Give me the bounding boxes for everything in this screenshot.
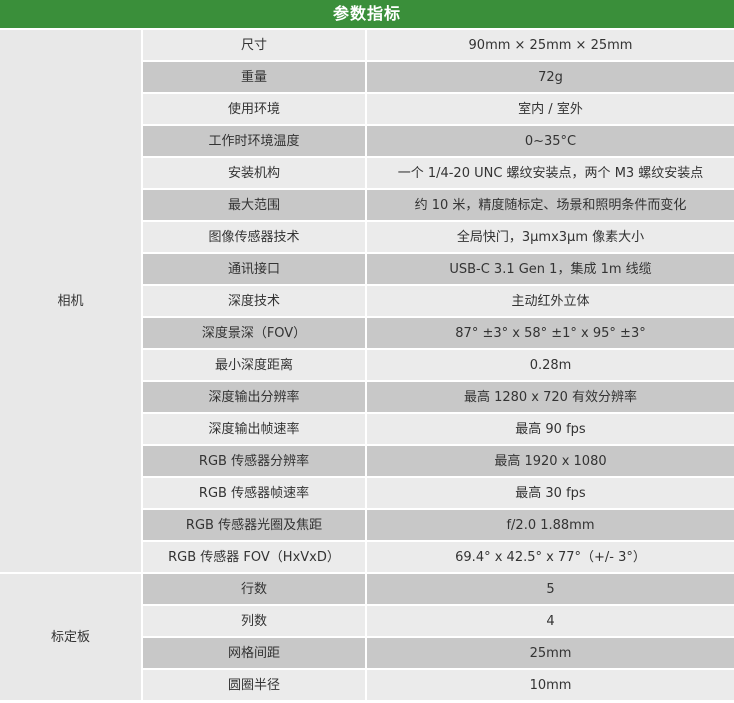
spec-value: 87° ±3° x 58° ±1° x 95° ±3° <box>366 317 734 350</box>
spec-name: 重量 <box>142 61 367 94</box>
table-row: 相机 尺寸 90mm × 25mm × 25mm <box>0 29 734 574</box>
spec-name: 使用环境 <box>142 93 367 126</box>
spec-value: 最高 1920 x 1080 <box>366 445 734 478</box>
table-row: 标定板 行数 5 <box>0 573 734 702</box>
title-row: 参数指标 <box>0 0 734 30</box>
spec-value: 0.28m <box>366 349 734 382</box>
spec-name: 网格间距 <box>142 637 367 670</box>
spec-name: 列数 <box>142 605 367 638</box>
spec-value: 约 10 米，精度随标定、场景和照明条件而变化 <box>366 189 734 222</box>
spec-body: 相机 尺寸 90mm × 25mm × 25mm 重量 72g 使用环境 室内 / 室外 工作… <box>0 29 734 702</box>
spec-value: 25mm <box>366 637 734 670</box>
spec-name: RGB 传感器光圈及焦距 <box>142 509 367 542</box>
spec-name: 工作时环境温度 <box>142 125 367 158</box>
spec-value: 最高 1280 x 720 有效分辨率 <box>366 381 734 414</box>
spec-name: 行数 <box>142 573 367 606</box>
spec-value: 4 <box>366 605 734 638</box>
spec-value: 0~35°C <box>366 125 734 158</box>
spec-name: 深度输出分辨率 <box>142 381 367 414</box>
spec-name: 最大范围 <box>142 189 367 222</box>
spec-value: 室内 / 室外 <box>366 93 734 126</box>
spec-name: 深度景深（FOV） <box>142 317 367 350</box>
spec-name: 圆圈半径 <box>142 669 367 702</box>
spec-value: 90mm × 25mm × 25mm <box>366 29 734 62</box>
spec-name: 深度技术 <box>142 285 367 318</box>
spec-name: 图像传感器技术 <box>142 221 367 254</box>
spec-name: RGB 传感器 FOV（HxVxD） <box>142 541 367 574</box>
spec-value: 10mm <box>366 669 734 702</box>
spec-table: 参数指标 相机 尺寸 90mm × 25mm × 25mm 重量 72g 使用环境 室内 /… <box>0 0 734 702</box>
group-label: 标定板 <box>0 573 143 702</box>
spec-value: 最高 90 fps <box>366 413 734 446</box>
table-title: 参数指标 <box>0 0 734 30</box>
spec-value: 72g <box>366 61 734 94</box>
spec-name: 深度输出帧速率 <box>142 413 367 446</box>
spec-name: 最小深度距离 <box>142 349 367 382</box>
spec-value: 主动红外立体 <box>366 285 734 318</box>
spec-value: 一个 1/4-20 UNC 螺纹安装点，两个 M3 螺纹安装点 <box>366 157 734 190</box>
group-label: 相机 <box>0 29 143 574</box>
spec-value: 全局快门，3μmx3μm 像素大小 <box>366 221 734 254</box>
spec-name: RGB 传感器分辨率 <box>142 445 367 478</box>
spec-value: f/2.0 1.88mm <box>366 509 734 542</box>
spec-name: RGB 传感器帧速率 <box>142 477 367 510</box>
spec-value: USB-C 3.1 Gen 1，集成 1m 线缆 <box>366 253 734 286</box>
spec-value: 5 <box>366 573 734 606</box>
spec-value: 最高 30 fps <box>366 477 734 510</box>
spec-name: 通讯接口 <box>142 253 367 286</box>
spec-name: 安装机构 <box>142 157 367 190</box>
spec-name: 尺寸 <box>142 29 367 62</box>
spec-value: 69.4° x 42.5° x 77°（+/- 3°） <box>366 541 734 574</box>
